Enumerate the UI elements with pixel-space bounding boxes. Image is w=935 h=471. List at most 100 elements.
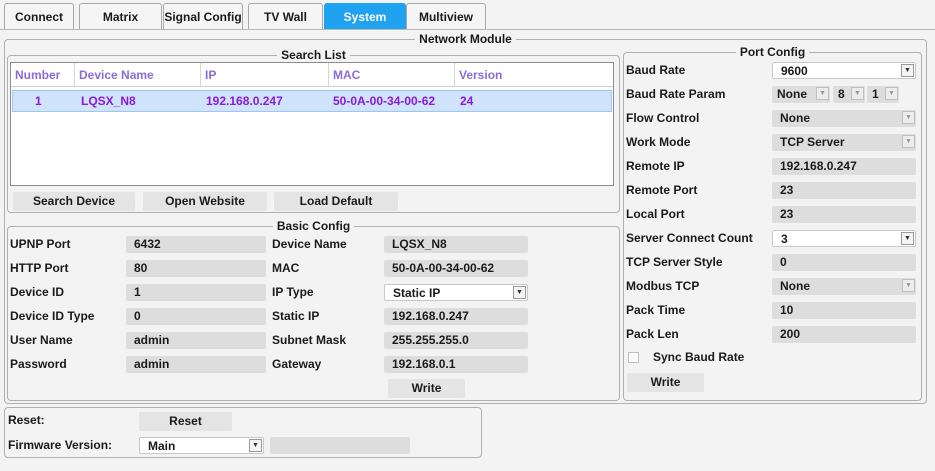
work-mode-select[interactable]: TCP Server ▼ — [772, 134, 916, 151]
ip-type-value: Static IP — [393, 286, 441, 300]
gateway-field[interactable]: 192.168.0.1 — [384, 356, 528, 373]
baud-rate-label: Baud Rate — [626, 63, 686, 77]
reset-button[interactable]: Reset — [139, 412, 232, 431]
work-mode-label: Work Mode — [626, 135, 691, 149]
gateway-label: Gateway — [272, 357, 322, 371]
remote-port-label: Remote Port — [626, 183, 698, 197]
device-id-type-field[interactable]: 0 — [126, 308, 266, 325]
baud-rate-select[interactable]: 9600 ▼ — [772, 62, 916, 79]
device-id-field[interactable]: 1 — [126, 284, 266, 301]
server-connect-count-label: Server Connect Count — [626, 231, 753, 245]
chevron-down-icon[interactable]: ▼ — [902, 135, 915, 148]
device-table[interactable]: Number Device Name IP MAC Version 1 LQSX… — [10, 62, 614, 186]
device-name-field[interactable]: LQSX_N8 — [384, 236, 528, 253]
chevron-down-icon[interactable]: ▼ — [901, 64, 914, 77]
modbus-tcp-label: Modbus TCP — [626, 279, 700, 293]
local-port-label: Local Port — [626, 207, 685, 221]
tcp-server-style-field[interactable]: 0 — [772, 254, 916, 271]
tab-multiview[interactable]: Multiview — [406, 3, 486, 29]
work-mode-value: TCP Server — [780, 135, 845, 149]
pack-time-label: Pack Time — [626, 303, 686, 317]
flow-control-value: None — [780, 111, 810, 125]
upnp-port-label: UPNP Port — [10, 237, 71, 251]
chevron-down-icon[interactable]: ▼ — [902, 279, 915, 292]
load-default-button[interactable]: Load Default — [274, 192, 398, 211]
chevron-down-icon[interactable]: ▼ — [513, 286, 526, 299]
upnp-port-field[interactable]: 6432 — [126, 236, 266, 253]
device-id-type-label: Device ID Type — [10, 309, 95, 323]
table-header: Number Device Name IP MAC Version — [11, 63, 613, 87]
flow-control-select[interactable]: None ▼ — [772, 110, 916, 127]
firmware-version-value: Main — [148, 439, 176, 453]
static-ip-field[interactable]: 192.168.0.247 — [384, 308, 528, 325]
flow-control-label: Flow Control — [626, 111, 700, 125]
tab-matrix[interactable]: Matrix — [79, 3, 162, 29]
column-header-version[interactable]: Version — [455, 63, 613, 87]
server-connect-count-value: 3 — [781, 232, 788, 246]
mac-field[interactable]: 50-0A-00-34-00-62 — [384, 260, 528, 277]
cell-number: 1 — [35, 94, 42, 108]
data-bits-select[interactable]: 8 ▼ — [833, 86, 865, 103]
password-label: Password — [10, 357, 67, 371]
parity-select[interactable]: None ▼ — [772, 86, 830, 103]
modbus-tcp-select[interactable]: None ▼ — [772, 278, 916, 295]
subnet-mask-field[interactable]: 255.255.255.0 — [384, 332, 528, 349]
remote-ip-field[interactable]: 192.168.0.247 — [772, 158, 916, 175]
baud-rate-param-label: Baud Rate Param — [626, 87, 726, 101]
user-name-field[interactable]: admin — [126, 332, 266, 349]
chevron-down-icon[interactable]: ▼ — [816, 87, 829, 100]
http-port-label: HTTP Port — [10, 261, 69, 275]
pack-len-field[interactable]: 200 — [772, 326, 916, 343]
sync-baud-rate-label: Sync Baud Rate — [653, 350, 745, 364]
column-header-number[interactable]: Number — [11, 63, 75, 87]
cell-mac: 50-0A-00-34-00-62 — [333, 94, 436, 108]
reset-label: Reset: — [8, 413, 45, 427]
device-id-label: Device ID — [10, 285, 65, 299]
cell-device-name: LQSX_N8 — [81, 94, 136, 108]
mac-label: MAC — [272, 261, 300, 275]
firmware-version-label: Firmware Version: — [8, 438, 113, 452]
subnet-mask-label: Subnet Mask — [272, 333, 347, 347]
cell-version: 24 — [460, 94, 474, 108]
ip-type-label: IP Type — [272, 285, 314, 299]
remote-port-field[interactable]: 23 — [772, 182, 916, 199]
tab-tv-wall[interactable]: TV Wall — [248, 3, 323, 29]
tab-signal-config[interactable]: Signal Config — [163, 3, 243, 29]
parity-value: None — [777, 87, 807, 101]
chevron-down-icon[interactable]: ▼ — [851, 87, 864, 100]
local-port-field[interactable]: 23 — [772, 206, 916, 223]
stop-bits-select[interactable]: 1 ▼ — [867, 86, 899, 103]
stop-bits-value: 1 — [872, 87, 879, 101]
port-config-write-button[interactable]: Write — [627, 373, 704, 392]
column-header-ip[interactable]: IP — [201, 63, 329, 87]
column-header-device-name[interactable]: Device Name — [75, 63, 201, 87]
chevron-down-icon[interactable]: ▼ — [249, 439, 262, 452]
pack-time-field[interactable]: 10 — [772, 302, 916, 319]
cell-ip: 192.168.0.247 — [206, 94, 283, 108]
chevron-down-icon[interactable]: ▼ — [902, 111, 915, 124]
search-device-button[interactable]: Search Device — [13, 192, 135, 211]
remote-ip-label: Remote IP — [626, 159, 685, 173]
baud-rate-value: 9600 — [781, 64, 808, 78]
tab-system[interactable]: System — [324, 3, 406, 29]
pack-len-label: Pack Len — [626, 327, 679, 341]
column-header-mac[interactable]: MAC — [329, 63, 455, 87]
password-field[interactable]: admin — [126, 356, 266, 373]
basic-config-write-button[interactable]: Write — [388, 379, 465, 398]
tab-bar: Connect Matrix Signal Config TV Wall Sys… — [0, 0, 935, 30]
open-website-button[interactable]: Open Website — [143, 192, 267, 211]
sync-baud-rate-checkbox[interactable] — [628, 352, 639, 363]
chevron-down-icon[interactable]: ▼ — [885, 87, 898, 100]
data-bits-value: 8 — [838, 87, 845, 101]
user-name-label: User Name — [10, 333, 73, 347]
modbus-tcp-value: None — [780, 279, 810, 293]
chevron-down-icon[interactable]: ▼ — [901, 232, 914, 245]
ip-type-select[interactable]: Static IP ▼ — [384, 284, 528, 301]
http-port-field[interactable]: 80 — [126, 260, 266, 277]
table-row[interactable]: 1 LQSX_N8 192.168.0.247 50-0A-00-34-00-6… — [12, 90, 612, 112]
tab-connect[interactable]: Connect — [4, 3, 74, 29]
tcp-server-style-label: TCP Server Style — [626, 255, 723, 269]
firmware-version-field[interactable] — [270, 437, 410, 454]
firmware-version-select[interactable]: Main ▼ — [139, 437, 264, 454]
server-connect-count-select[interactable]: 3 ▼ — [772, 230, 916, 247]
